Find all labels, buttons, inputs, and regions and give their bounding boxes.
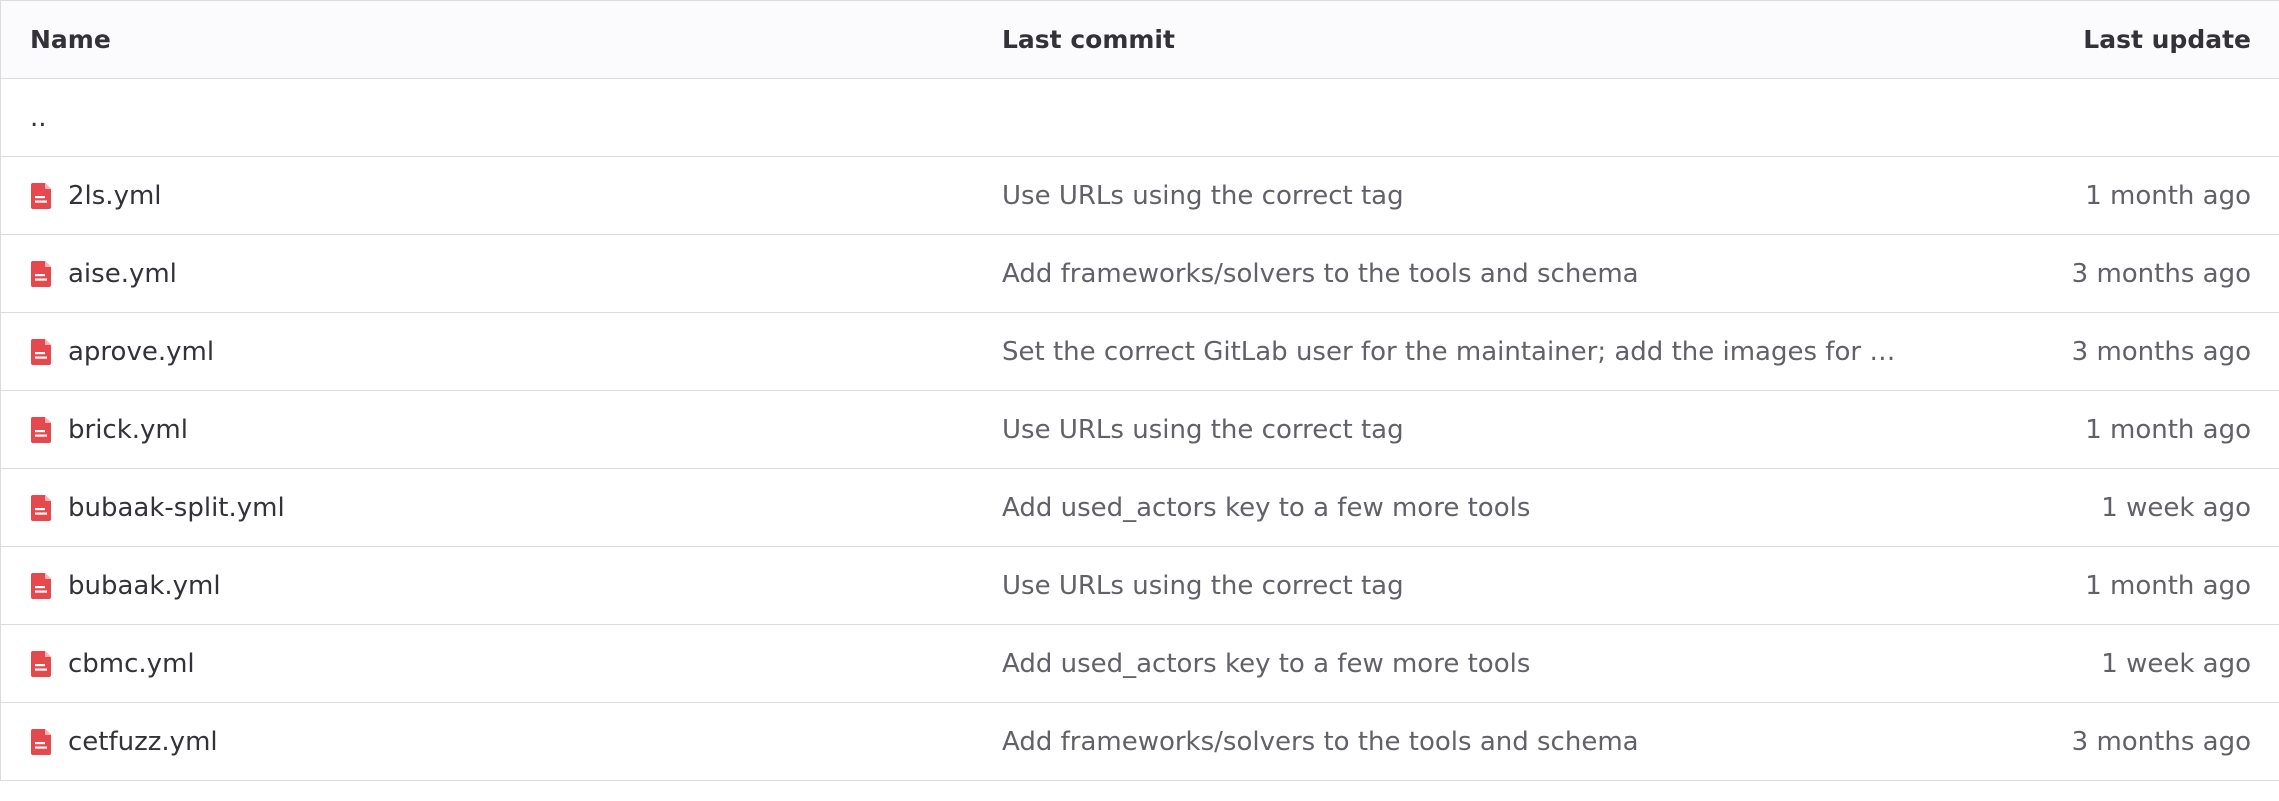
last-commit-cell: Add frameworks/solvers to the tools and … <box>1002 234 1902 313</box>
file-doc-icon <box>30 416 54 443</box>
table-row[interactable]: cbmc.yml Add used_actors key to a few mo… <box>0 624 2279 703</box>
parent-directory-link[interactable]: .. <box>30 103 47 133</box>
file-name-cell: cetfuzz.yml <box>0 702 1002 781</box>
last-commit-cell: Add used_actors key to a few more tools <box>1002 624 1902 703</box>
table-row[interactable]: bubaak-split.yml Add used_actors key to … <box>0 468 2279 547</box>
file-name-link[interactable]: bubaak.yml <box>68 571 221 601</box>
file-name-link[interactable]: aprove.yml <box>68 337 214 367</box>
last-commit-cell: Use URLs using the correct tag <box>1002 546 1902 625</box>
file-name-link[interactable]: 2ls.yml <box>68 181 162 211</box>
file-name-cell: cbmc.yml <box>0 624 1002 703</box>
file-name-link[interactable]: brick.yml <box>68 415 188 445</box>
last-update-time: 3 months ago <box>1902 702 2279 781</box>
last-update-time: 1 week ago <box>1902 468 2279 547</box>
commit-message-link[interactable]: Use URLs using the correct tag <box>1002 415 1404 445</box>
file-doc-icon <box>30 572 54 599</box>
file-name-cell: aise.yml <box>0 234 1002 313</box>
commit-message-link[interactable]: Use URLs using the correct tag <box>1002 181 1404 211</box>
file-name-cell: bubaak-split.yml <box>0 468 1002 547</box>
file-doc-icon <box>30 338 54 365</box>
table-row[interactable]: bubaak.yml Use URLs using the correct ta… <box>0 546 2279 625</box>
commit-message-link[interactable]: Add used_actors key to a few more tools <box>1002 493 1530 523</box>
file-name-link[interactable]: cbmc.yml <box>68 649 195 679</box>
last-update-time: 1 month ago <box>1902 390 2279 469</box>
table-row[interactable]: aprove.yml Set the correct GitLab user f… <box>0 312 2279 391</box>
table-row[interactable]: cetfuzz.yml Add frameworks/solvers to th… <box>0 702 2279 781</box>
table-header: Name Last commit Last update <box>0 0 2279 79</box>
file-name-link[interactable]: cetfuzz.yml <box>68 727 218 757</box>
last-update-time: 1 week ago <box>1902 624 2279 703</box>
file-doc-icon <box>30 728 54 755</box>
parent-directory-row[interactable]: .. <box>0 78 2279 157</box>
last-update-time: 3 months ago <box>1902 234 2279 313</box>
last-commit-column-header: Last commit <box>1002 0 1902 79</box>
name-column-header: Name <box>0 0 1002 79</box>
file-name-cell: brick.yml <box>0 390 1002 469</box>
file-name-cell: bubaak.yml <box>0 546 1002 625</box>
last-commit-cell: Use URLs using the correct tag <box>1002 156 1902 235</box>
commit-message-link[interactable]: Add frameworks/solvers to the tools and … <box>1002 727 1639 757</box>
file-doc-icon <box>30 260 54 287</box>
last-commit-cell: Add used_actors key to a few more tools <box>1002 468 1902 547</box>
last-commit-cell: Add frameworks/solvers to the tools and … <box>1002 702 1902 781</box>
file-name-cell: aprove.yml <box>0 312 1002 391</box>
commit-message-link[interactable]: Set the correct GitLab user for the main… <box>1002 337 1902 367</box>
file-tree-table: Name Last commit Last update .. 2ls.yml … <box>0 0 2279 781</box>
table-row[interactable]: aise.yml Add frameworks/solvers to the t… <box>0 234 2279 313</box>
last-update-time: 1 month ago <box>1902 156 2279 235</box>
last-commit-cell: Use URLs using the correct tag <box>1002 390 1902 469</box>
file-name-link[interactable]: aise.yml <box>68 259 177 289</box>
table-header-row: Name Last commit Last update <box>0 0 2279 79</box>
file-doc-icon <box>30 494 54 521</box>
table-body: .. 2ls.yml Use URLs using the correct ta… <box>0 78 2279 781</box>
last-update-time: 1 month ago <box>1902 546 2279 625</box>
commit-message-link[interactable]: Use URLs using the correct tag <box>1002 571 1404 601</box>
file-name-cell: 2ls.yml <box>0 156 1002 235</box>
last-update-column-header: Last update <box>1902 0 2279 79</box>
commit-message-link[interactable]: Add used_actors key to a few more tools <box>1002 649 1530 679</box>
last-commit-cell: Set the correct GitLab user for the main… <box>1002 312 1902 391</box>
last-update-time: 3 months ago <box>1902 312 2279 391</box>
commit-message-link[interactable]: Add frameworks/solvers to the tools and … <box>1002 259 1639 289</box>
table-row[interactable]: 2ls.yml Use URLs using the correct tag 1… <box>0 156 2279 235</box>
table-row[interactable]: brick.yml Use URLs using the correct tag… <box>0 390 2279 469</box>
file-name-link[interactable]: bubaak-split.yml <box>68 493 285 523</box>
file-doc-icon <box>30 650 54 677</box>
parent-directory-cell: .. <box>0 78 2279 157</box>
file-doc-icon <box>30 182 54 209</box>
